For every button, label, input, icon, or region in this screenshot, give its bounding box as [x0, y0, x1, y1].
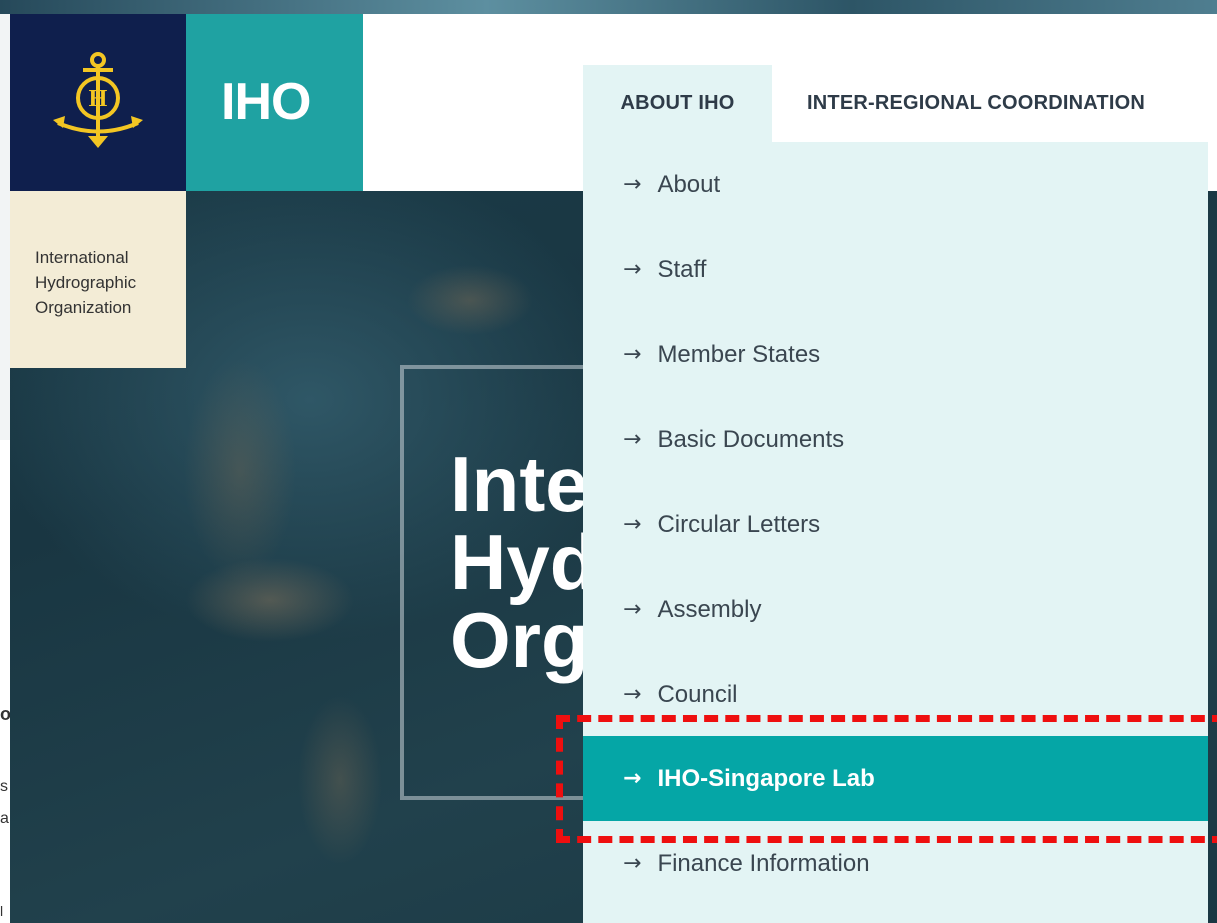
- arrow-right-icon: →: [623, 682, 642, 707]
- org-name-box: International Hydrographic Organization: [10, 191, 186, 368]
- dropdown-item-iho-singapore-lab[interactable]: → IHO-Singapore Lab: [583, 736, 1208, 821]
- dropdown-item-label: About: [657, 170, 721, 198]
- nav-tab-inter-regional-coordination[interactable]: INTER-REGIONAL COORDINATION: [807, 65, 1145, 142]
- dropdown-item-circular-letters[interactable]: → Circular Letters: [583, 482, 1208, 567]
- page-content-left: [0, 440, 10, 923]
- anchor-emblem-icon: H: [53, 51, 143, 148]
- dropdown-item-label: Assembly: [657, 595, 762, 623]
- arrow-right-icon: →: [623, 766, 642, 791]
- arrow-right-icon: →: [623, 172, 642, 197]
- about-iho-dropdown: → About → Staff → Member States → Basic …: [583, 142, 1208, 923]
- dropdown-item-label: Member States: [657, 340, 821, 368]
- cut-off-text: s: [0, 778, 8, 795]
- arrow-right-icon: →: [623, 257, 642, 282]
- hero-title-line: Org: [450, 596, 589, 684]
- arrow-right-icon: →: [623, 512, 642, 537]
- dropdown-item-about[interactable]: → About: [583, 142, 1208, 227]
- dropdown-item-label: Finance Information: [657, 849, 870, 877]
- cut-off-text: o: [0, 704, 10, 724]
- arrow-right-icon: →: [623, 851, 642, 876]
- hero-top-strip: [0, 0, 1217, 14]
- dropdown-item-label: Circular Letters: [657, 510, 821, 538]
- hero-title-line: Inte: [450, 440, 589, 528]
- hero-title: Inte Hyd Org: [450, 445, 597, 679]
- dropdown-item-label: Staff: [657, 255, 707, 283]
- dropdown-item-council[interactable]: → Council: [583, 652, 1208, 737]
- org-name-line: Hydrographic: [35, 273, 137, 292]
- dropdown-item-finance-information[interactable]: → Finance Information: [583, 821, 1208, 906]
- dropdown-item-label: Basic Documents: [657, 425, 845, 453]
- dropdown-item-basic-documents[interactable]: → Basic Documents: [583, 397, 1208, 482]
- arrow-right-icon: →: [623, 427, 642, 452]
- dropdown-item-label: Council: [657, 680, 738, 708]
- iho-wordmark[interactable]: IHO: [221, 74, 311, 130]
- logo-link[interactable]: H: [10, 14, 186, 191]
- dropdown-item-assembly[interactable]: → Assembly: [583, 567, 1208, 652]
- hero-title-line: Hyd: [450, 518, 598, 606]
- dropdown-item-member-states[interactable]: → Member States: [583, 312, 1208, 397]
- svg-text:H: H: [89, 86, 108, 112]
- cut-off-text: l: [0, 903, 4, 919]
- org-name-line: Organization: [35, 298, 132, 317]
- dropdown-item-staff[interactable]: → Staff: [583, 227, 1208, 312]
- arrow-right-icon: →: [623, 597, 642, 622]
- org-name-line: International: [35, 248, 129, 267]
- dropdown-item-label: IHO-Singapore Lab: [657, 764, 875, 792]
- arrow-right-icon: →: [623, 342, 642, 367]
- nav-tab-about-iho[interactable]: ABOUT IHO: [583, 65, 772, 142]
- cut-off-text: a: [0, 810, 9, 827]
